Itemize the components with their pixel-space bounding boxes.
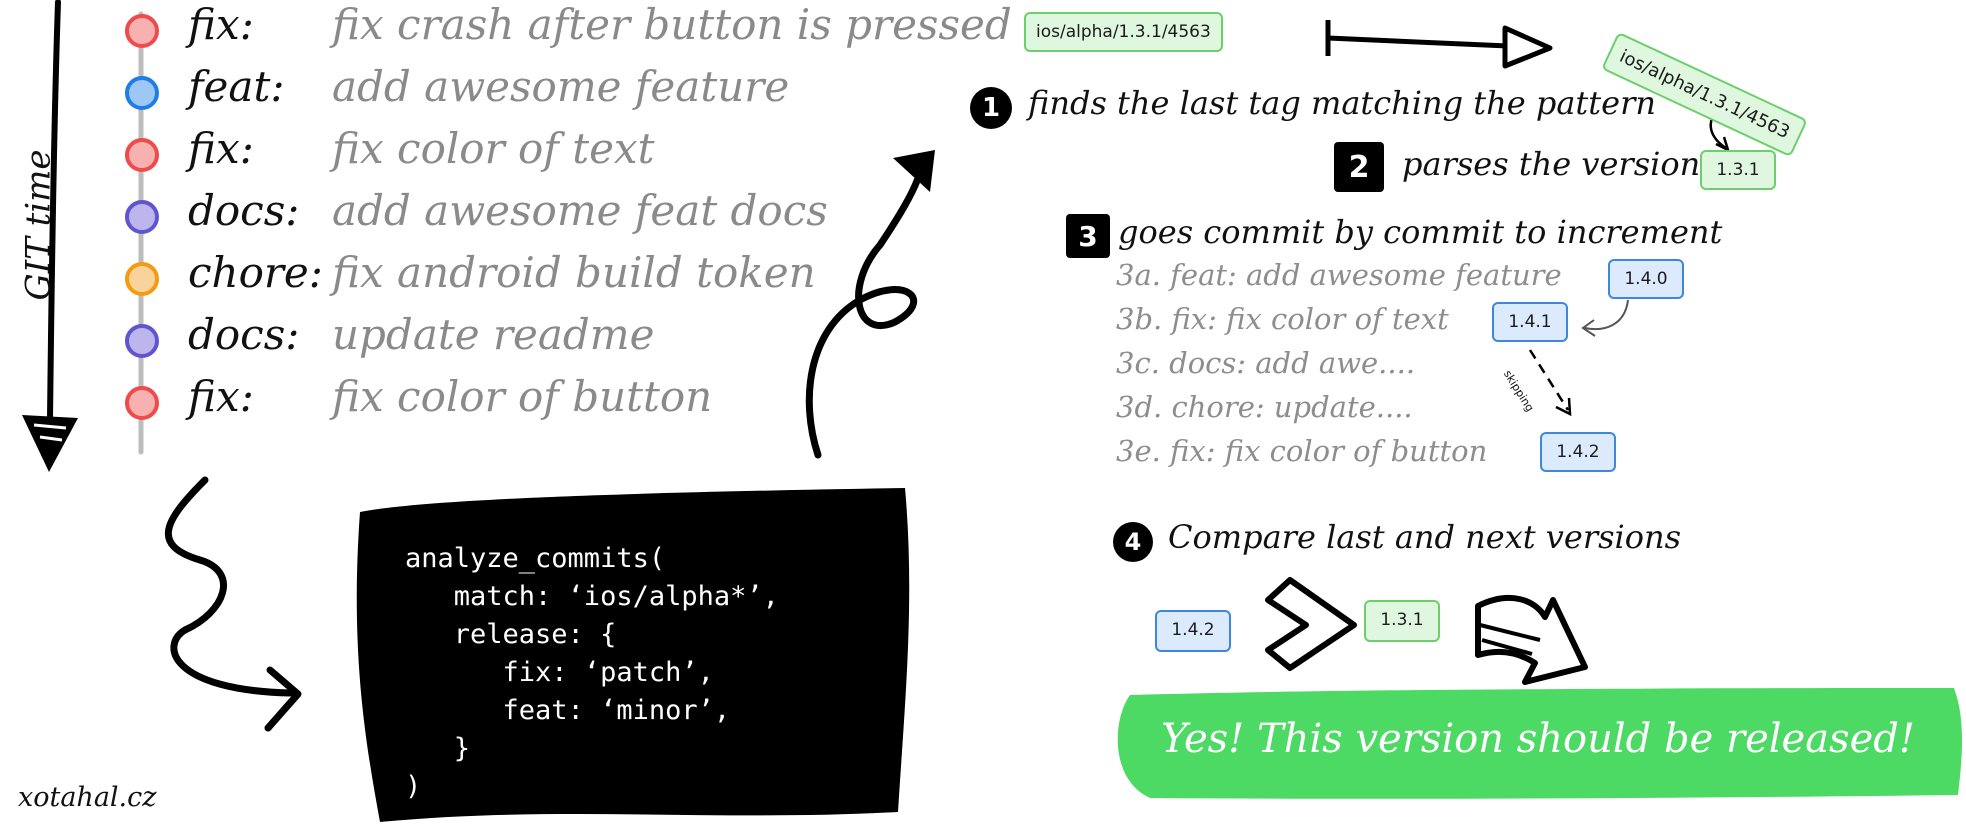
code-line: } [405, 733, 471, 764]
greater-than-chevron [1265, 577, 1357, 671]
step-3a-version: 1.4.0 [1608, 259, 1684, 299]
commit-type: fix: [188, 0, 254, 49]
step-3c-text: 3c. docs: add awe.... [1116, 346, 1416, 380]
next-version-tag: 1.4.2 [1155, 610, 1231, 652]
code-line: analyze_commits( [405, 543, 666, 574]
result-banner-text: Yes! This version should be released! [1161, 716, 1915, 762]
squiggle-arrow-to-code [164, 476, 294, 697]
commit-dot [125, 76, 159, 110]
step-3e-text: 3e. fix: fix color of button [1116, 434, 1488, 468]
step-3e-version: 1.4.2 [1540, 432, 1616, 472]
code-line: ) [405, 771, 422, 802]
commit-type: docs: [188, 186, 300, 235]
step-3b-version: 1.4.1 [1492, 302, 1568, 342]
code-line: match: ‘ios/alpha*’, [405, 581, 779, 612]
commit-dot [125, 386, 159, 420]
step-3d-text: 3d. chore: update.... [1116, 390, 1413, 424]
fat-arrow [1475, 595, 1588, 685]
step-3-badge: 3 [1066, 214, 1110, 258]
code-block: analyze_commits( match: ‘ios/alpha*’, re… [405, 540, 779, 806]
code-line: feat: ‘minor’, [405, 695, 731, 726]
step-4-text: Compare last and next versions [1168, 518, 1682, 556]
code-line: release: { [405, 619, 617, 650]
step-4-badge: 4 [1113, 522, 1153, 562]
time-label: GIT time [18, 149, 59, 301]
commit-type: chore: [188, 248, 323, 297]
commit-type: feat: [188, 62, 285, 111]
last-tag: ios/alpha/1.3.1/4563 [1024, 12, 1223, 52]
commit-type: docs: [188, 310, 300, 359]
watermark: xotahal.cz [18, 782, 157, 813]
commit-message: fix crash after button is pressed [332, 0, 1012, 49]
commit-message: fix color of button [332, 372, 713, 421]
parsed-version-tag: 1.3.1 [1700, 150, 1776, 190]
code-line: fix: ‘patch’, [405, 657, 714, 688]
commit-message: add awesome feature [332, 62, 790, 111]
commit-dot [125, 262, 159, 296]
last-version-tag: 1.3.1 [1364, 600, 1440, 642]
skipping-arrow [1528, 349, 1570, 411]
step-3b-text: 3b. fix: fix color of text [1116, 302, 1449, 336]
step-1-badge: 1 [970, 87, 1012, 129]
increment-arrow [1584, 299, 1629, 330]
commit-dot [125, 14, 159, 48]
step-3-text: goes commit by commit to increment [1118, 213, 1723, 251]
commit-message: update readme [332, 310, 655, 359]
commit-message: add awesome feat docs [332, 186, 828, 235]
tag-arrow [1327, 35, 1509, 49]
commit-dot [125, 324, 159, 358]
commit-type: fix: [188, 372, 254, 421]
step-2-badge: 2 [1334, 142, 1384, 192]
commit-type: fix: [188, 124, 254, 173]
step-2-text: parses the version [1402, 145, 1701, 183]
time-arrowhead [22, 415, 78, 472]
step-3a-text: 3a. feat: add awesome feature [1116, 258, 1562, 292]
commit-dot [125, 200, 159, 234]
step-1-text: finds the last tag matching the pattern [1028, 84, 1656, 122]
commit-message: fix android build token [332, 248, 816, 297]
commit-message: fix color of text [332, 124, 655, 173]
commit-dot [125, 138, 159, 172]
